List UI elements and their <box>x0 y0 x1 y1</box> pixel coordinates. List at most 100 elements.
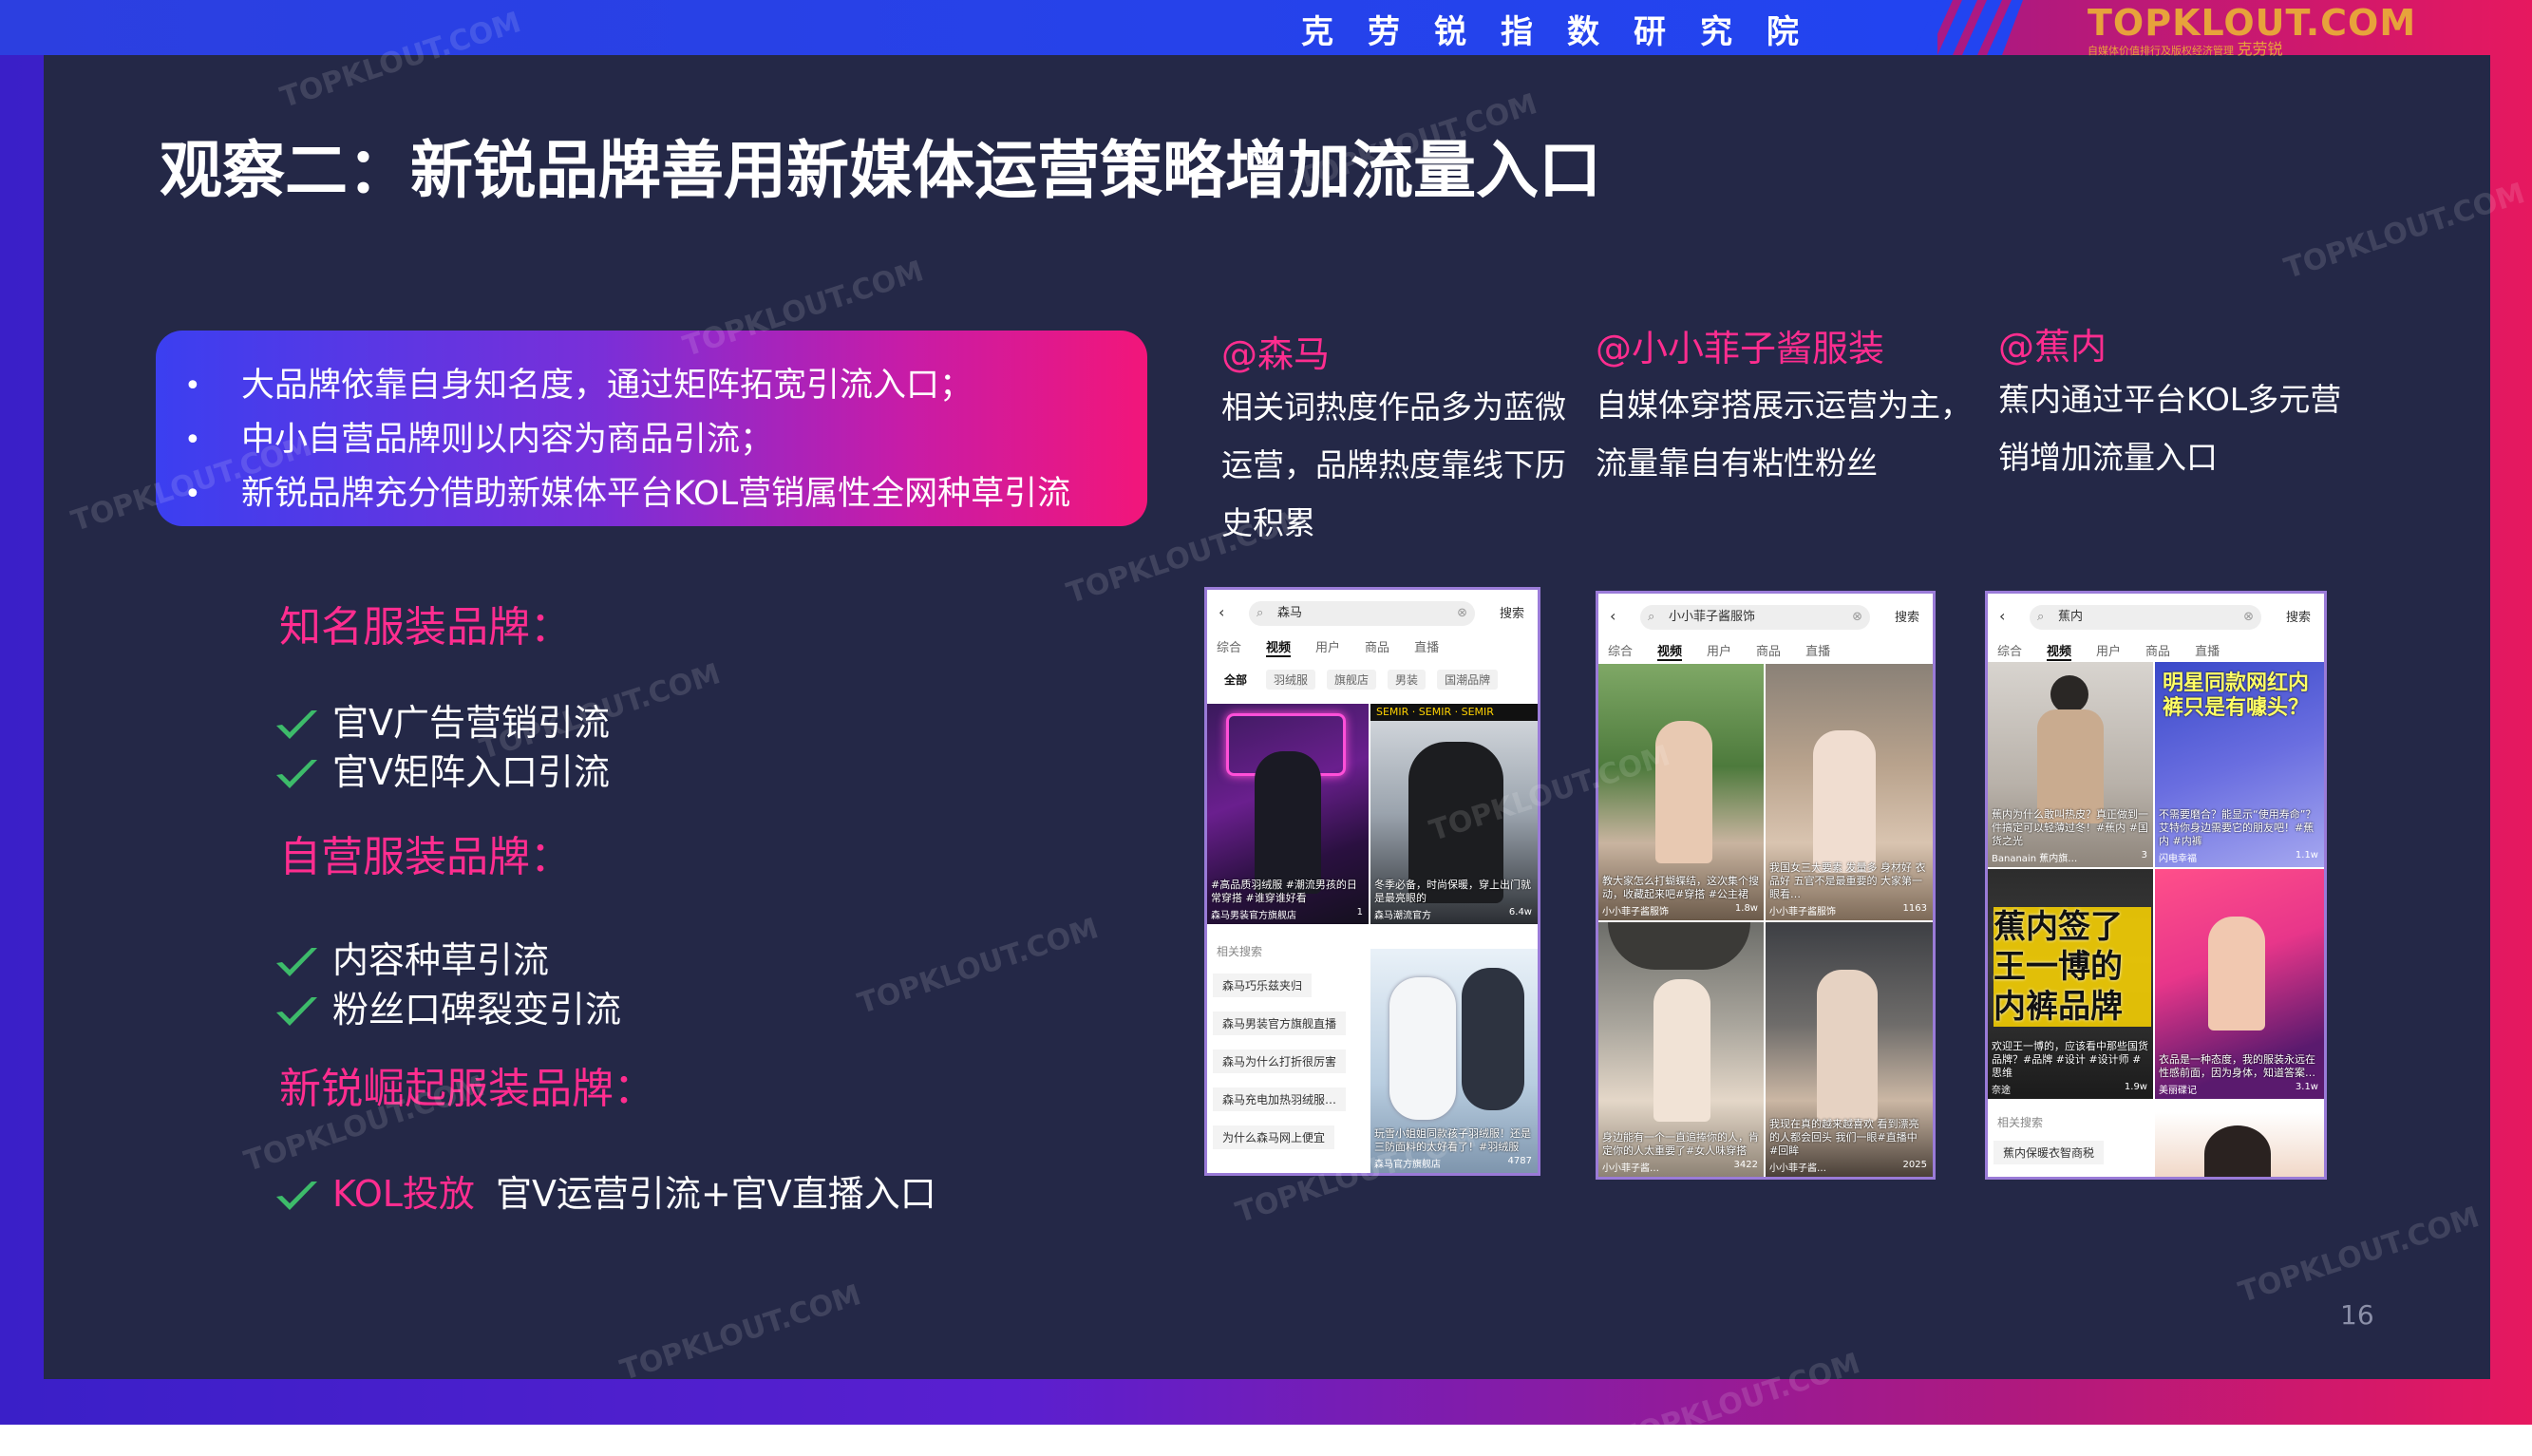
tab-product[interactable]: 商品 <box>2145 641 2170 659</box>
tab-live[interactable]: 直播 <box>1805 641 1830 659</box>
tab-video[interactable]: 视频 <box>1266 637 1292 657</box>
phone-screenshot-bananain: ‹ ⌕ 蕉内 ⊗ 搜索 综合 视频 用户 商品 直播 蕉内为什么敢叫热皮？真正做到一件搞… <box>1985 591 2327 1180</box>
related-search-item[interactable]: 森马男装官方旗舰直播 <box>1213 1012 1347 1035</box>
video-thumbnail[interactable]: 教大家怎么打蝴蝶结，这次集个搜动，收藏起来吧#穿搭 #公主裙 小小菲子酱服饰 1.… <box>1598 664 1764 920</box>
tab-video[interactable]: 视频 <box>2047 641 2072 661</box>
video-meta: 美丽碟记 3.1w <box>2159 1082 2320 1096</box>
video-meta: 小小菲子酱… 2025 <box>1769 1160 1929 1174</box>
tab-product[interactable]: 商品 <box>1365 637 1389 655</box>
tab-general[interactable]: 综合 <box>1997 641 2022 659</box>
tab-general[interactable]: 综合 <box>1608 641 1633 659</box>
video-caption: 身边能有一个一直追捧你的人，肯定你的人太重要了#女人味穿搭 <box>1602 1131 1759 1157</box>
header-bar: 克劳锐指数研究院 <box>0 0 1937 55</box>
search-button[interactable]: 搜索 <box>1895 607 1919 625</box>
category-title-famous: 知名服装品牌： <box>279 603 572 652</box>
video-thumbnail[interactable] <box>2155 1112 2324 1177</box>
tab-live[interactable]: 直播 <box>1414 637 1439 655</box>
video-meta: 闪电幸福 1.1w <box>2159 850 2320 864</box>
search-input[interactable]: ⌕ 小小菲子酱服饰 ⊗ <box>1640 605 1870 630</box>
back-arrow-icon[interactable]: ‹ <box>1219 603 1224 621</box>
case-desc-bananain: 蕉内通过平台KOL多元营销增加流量入口 <box>1998 381 2342 476</box>
chip[interactable]: 羽绒服 <box>1266 670 1316 690</box>
video-caption: 教大家怎么打蝴蝶结，这次集个搜动，收藏起来吧#穿搭 #公主裙 <box>1602 875 1759 900</box>
related-search-item[interactable]: 为什么森马网上便宜 <box>1213 1125 1335 1149</box>
video-thumbnail[interactable]: 蕉内签了王一博的内裤品牌 欢迎王一博的，应该看中那些国货品牌？#品牌 #设计 #… <box>1988 869 2153 1099</box>
video-author: Bananain 蕉内旗… <box>1992 854 2078 864</box>
search-button[interactable]: 搜索 <box>2286 607 2311 625</box>
chip[interactable]: 国潮品牌 <box>1437 670 1499 690</box>
logo-cn-text: 克劳锐 <box>2237 40 2283 58</box>
summary-text: 新锐品牌充分借助新媒体平台KOL营销属性全网种草引流 <box>241 475 1071 513</box>
clear-icon[interactable]: ⊗ <box>2243 605 2254 630</box>
case-handle-semir: @森马 <box>1221 333 1331 375</box>
logo-tagline-text: 自媒体价值排行及版权经济管理 <box>2088 45 2234 57</box>
back-arrow-icon[interactable]: ‹ <box>1999 607 2005 625</box>
video-author: 森马潮流官方 <box>1374 911 1431 921</box>
video-author: 森马男装官方旗舰店 <box>1211 911 1296 921</box>
chip[interactable]: 旗舰店 <box>1327 670 1377 690</box>
page-number: 16 <box>2340 1299 2374 1331</box>
brand-banner: SEMIR · SEMIR · SEMIR <box>1370 704 1538 721</box>
video-author: 小小菲子酱服饰 <box>1769 907 1836 917</box>
thumbnail-headline: 明星同款网红内裤只是有噱头？ <box>2163 671 2310 720</box>
related-search-item[interactable]: 森马充电加热羽绒服… <box>1213 1087 1347 1111</box>
back-arrow-icon[interactable]: ‹ <box>1610 607 1616 625</box>
video-caption: 欢迎王一博的，应该看中那些国货品牌？#品牌 #设计 #设计师 #思维 <box>1992 1040 2148 1079</box>
tab-user[interactable]: 用户 <box>1707 641 1731 659</box>
like-count: 4787 <box>1507 1156 1532 1166</box>
case-handle-bananain: @蕉内 <box>1998 326 2107 368</box>
result-tabs: 综合 视频 用户 商品 直播 <box>1608 641 1927 664</box>
like-count: 3422 <box>1733 1160 1758 1170</box>
search-bar: ‹ ⌕ 蕉内 ⊗ 搜索 <box>1997 603 2315 632</box>
search-button[interactable]: 搜索 <box>1500 603 1524 621</box>
checklist-text: 官V运营引流+官V直播入口 <box>495 1173 936 1215</box>
video-author: 小小菲子酱… <box>1769 1163 1826 1174</box>
logo-tagline: 自媒体价值排行及版权经济管理 克劳锐 <box>2088 42 2391 59</box>
video-thumbnail[interactable]: 衣品是一种态度，我的服装永远在性感前面，因为身体，知道答案… 美丽碟记 3.1w <box>2155 869 2324 1099</box>
video-caption: 蕉内为什么敢叫热皮？真正做到一件搞定可以轻薄过冬！#蕉内 #国货之光 <box>1992 808 2148 847</box>
tab-video[interactable]: 视频 <box>1657 641 1683 661</box>
chip[interactable]: 全部 <box>1217 670 1256 690</box>
video-meta: Bananain 蕉内旗… 3 <box>1992 850 2149 864</box>
kol-highlight: KOL投放 <box>332 1173 475 1215</box>
search-icon: ⌕ <box>2037 610 2045 624</box>
video-thumbnail[interactable]: 身边能有一个一直追捧你的人，肯定你的人太重要了#女人味穿搭 小小菲子酱… 3422 <box>1598 922 1764 1177</box>
clear-icon[interactable]: ⊗ <box>1457 601 1467 626</box>
tab-user[interactable]: 用户 <box>1315 637 1340 655</box>
clear-icon[interactable]: ⊗ <box>1852 605 1862 630</box>
related-search-title: 相关搜索 <box>1997 1116 2044 1129</box>
checklist-text: 官V矩阵入口引流 <box>332 751 610 793</box>
video-thumbnail[interactable]: 蕉内为什么敢叫热皮？真正做到一件搞定可以轻薄过冬！#蕉内 #国货之光 Banan… <box>1988 662 2153 867</box>
like-count: 1.1w <box>2295 850 2318 860</box>
summary-text: 大品牌依靠自身知名度，通过矩阵拓宽引流入口； <box>241 367 973 405</box>
video-thumbnail[interactable]: 明星同款网红内裤只是有噱头？ 不需要磨合？能显示“使用寿命”？艾特你身边需要它的… <box>2155 662 2324 867</box>
search-input[interactable]: ⌕ 森马 ⊗ <box>1249 601 1475 626</box>
video-thumbnail[interactable]: 我国女三大要素 发量多 身材好 衣品好 五官不是最重要的 大家第一眼看… 小小菲… <box>1766 664 1933 920</box>
tab-live[interactable]: 直播 <box>2195 641 2220 659</box>
tab-general[interactable]: 综合 <box>1217 637 1241 655</box>
tab-product[interactable]: 商品 <box>1756 641 1781 659</box>
checklist-item: 官V矩阵入口引流 <box>274 743 610 795</box>
video-author: 美丽碟记 <box>2159 1086 2197 1096</box>
checkmark-icon <box>276 709 317 739</box>
video-caption: 冬季必备，时尚保暖，穿上出门就是最亮眼的 <box>1374 879 1531 904</box>
video-meta: 小小菲子酱… 3422 <box>1602 1160 1760 1174</box>
related-search-item[interactable]: 蕉内保暖衣智商税 <box>1993 1141 2105 1164</box>
search-input[interactable]: ⌕ 蕉内 ⊗ <box>2030 605 2261 630</box>
like-count: 1163 <box>1902 903 1927 914</box>
summary-item: • 大品牌依靠自身知名度，通过矩阵拓宽引流入口； <box>156 359 1147 413</box>
like-count: 1.8w <box>1734 903 1758 914</box>
checklist-item: 内容种草引流 <box>274 931 549 983</box>
video-author: 小小菲子酱服饰 <box>1602 907 1669 917</box>
tab-user[interactable]: 用户 <box>2096 641 2121 659</box>
org-title: 克劳锐指数研究院 <box>1301 13 1833 51</box>
phone-screenshot-xiaoxiaofeizi: ‹ ⌕ 小小菲子酱服饰 ⊗ 搜索 综合 视频 用户 商品 直播 教大家怎么打蝴蝶结，这次… <box>1596 591 1936 1180</box>
summary-box: • 大品牌依靠自身知名度，通过矩阵拓宽引流入口； • 中小自营品牌则以内容为商品引流… <box>156 331 1147 526</box>
related-search-item[interactable]: 森马巧乐兹夹归 <box>1213 974 1313 997</box>
chip[interactable]: 男装 <box>1388 670 1427 690</box>
video-thumbnail[interactable]: #高品质羽绒服 #潮流男孩的日常穿搭 #谁穿谁好看 森马男装官方旗舰店 1 <box>1207 704 1369 924</box>
video-meta: 森马男装官方旗舰店 1 <box>1211 907 1365 921</box>
like-count: 3.1w <box>2295 1082 2318 1092</box>
video-thumbnail[interactable]: 我现在真的越来越喜欢 看到漂亮的人都会回头 我们一眼#直播中 #回眸 小小菲子酱… <box>1766 922 1933 1177</box>
related-search-item[interactable]: 森马为什么打折很厉害 <box>1213 1049 1347 1073</box>
